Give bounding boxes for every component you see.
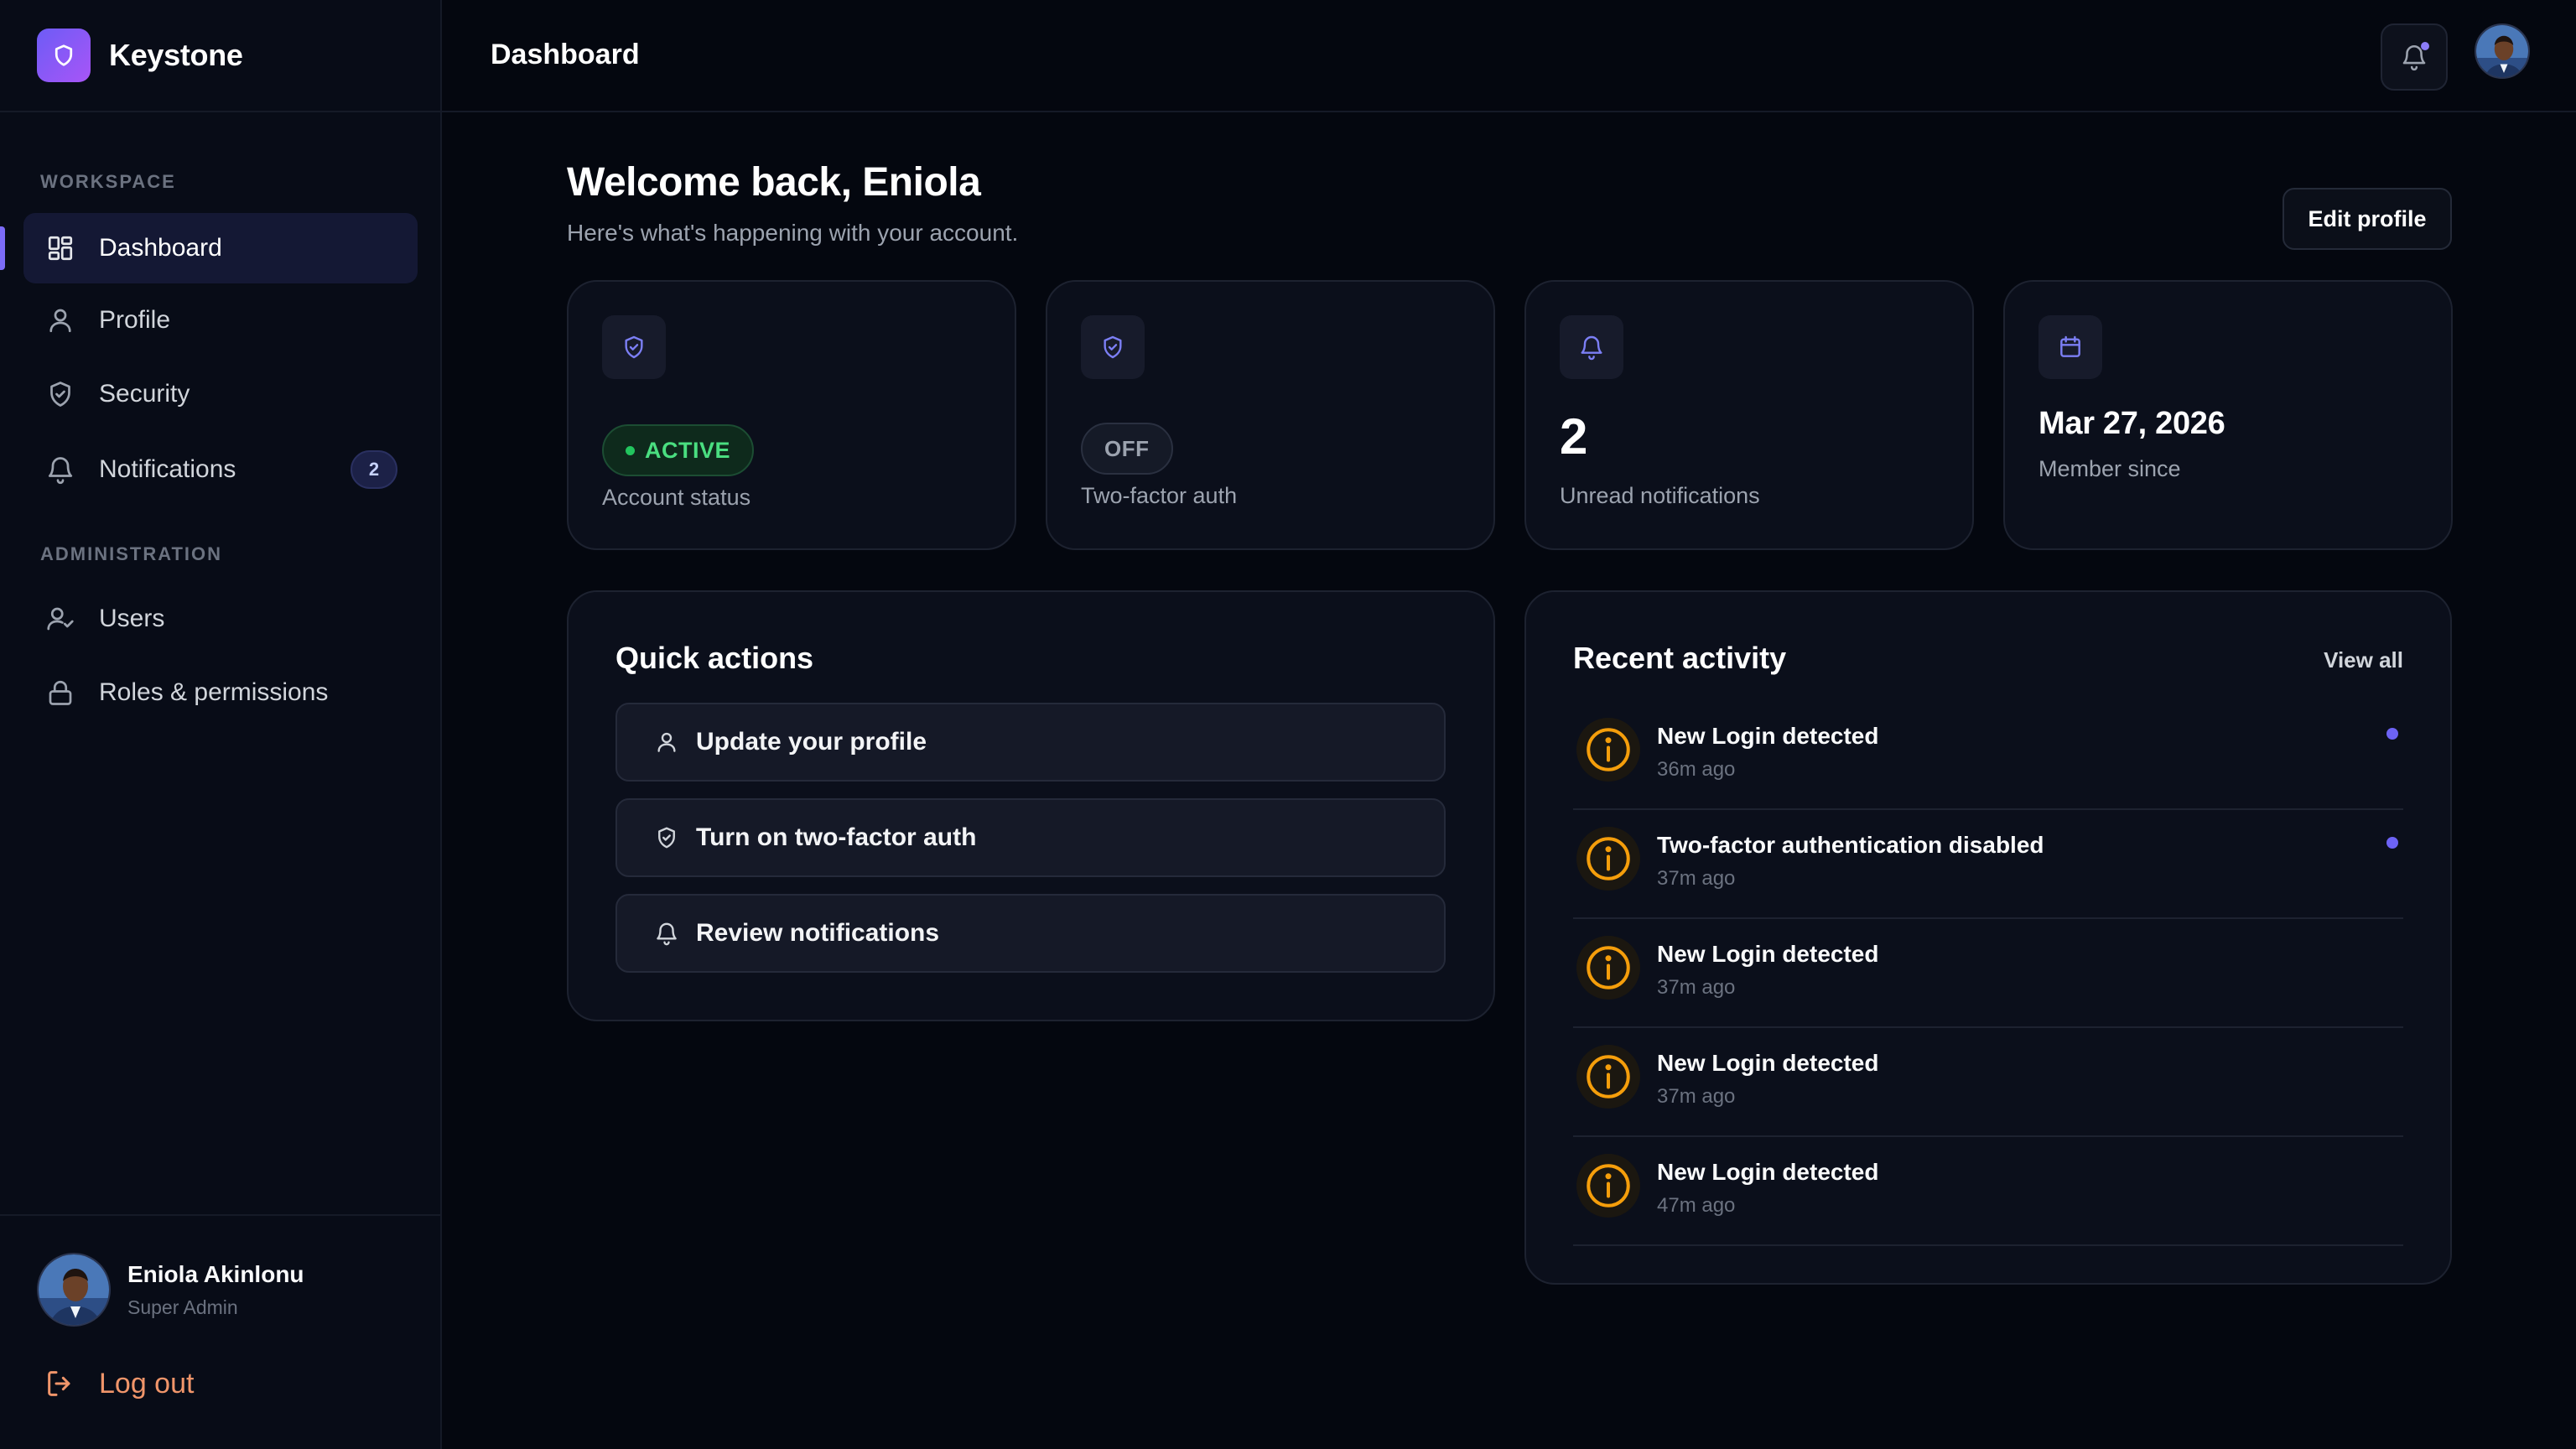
status-dot: [626, 445, 635, 455]
section-label-administration: ADMINISTRATION: [40, 543, 223, 564]
top-bar: Dashboard: [442, 0, 2576, 112]
user-check-icon: [45, 604, 75, 634]
info-icon: [1576, 1154, 1640, 1218]
sidebar-item-label: Profile: [99, 306, 171, 334]
activity-time: 37m ago: [1657, 867, 1736, 890]
page-title: Dashboard: [491, 39, 640, 70]
shield-check-icon: [1081, 315, 1145, 379]
current-user: Eniola Akinlonu Super Admin Log out: [0, 1214, 440, 1449]
status-badge-label: ACTIVE: [645, 437, 731, 463]
user-icon: [45, 305, 75, 335]
avatar[interactable]: [2475, 23, 2530, 79]
info-icon: [1576, 936, 1640, 1000]
activity-item[interactable]: New Login detected 47m ago: [1573, 1137, 2403, 1246]
stat-card-two-factor: OFF Two-factor auth: [1046, 280, 1495, 550]
info-icon: [1576, 718, 1640, 782]
user-name: Eniola Akinlonu: [127, 1261, 304, 1287]
quick-action-label: Review notifications: [696, 919, 940, 947]
activity-title: New Login detected: [1657, 941, 1879, 967]
quick-action-label: Update your profile: [696, 728, 927, 756]
user-role: Super Admin: [127, 1296, 238, 1318]
member-since-date: Mar 27, 2026: [2038, 406, 2225, 441]
sidebar-item-label: Users: [99, 605, 165, 632]
shield-check-icon: [654, 825, 679, 850]
activity-time: 37m ago: [1657, 1085, 1736, 1108]
activity-title: New Login detected: [1657, 1159, 1879, 1185]
bell-icon: [1560, 315, 1623, 379]
stat-card-account-status: ACTIVE Account status: [567, 280, 1016, 550]
shield-check-icon: [602, 315, 666, 379]
stat-card-unread-notifications: 2 Unread notifications: [1524, 280, 1974, 550]
unread-dot: [2386, 728, 2398, 740]
activity-item[interactable]: Two-factor authentication disabled 37m a…: [1573, 810, 2403, 919]
sidebar-item-label: Security: [99, 380, 190, 408]
activity-title: New Login detected: [1657, 723, 1879, 749]
active-nav-indicator: [0, 226, 5, 270]
enable-two-factor-button[interactable]: Turn on two-factor auth: [615, 798, 1446, 877]
app-name: Keystone: [109, 38, 243, 72]
unread-dot: [2386, 837, 2398, 849]
notifications-button[interactable]: [2381, 23, 2448, 91]
activity-item[interactable]: New Login detected 37m ago: [1573, 919, 2403, 1028]
edit-profile-button[interactable]: Edit profile: [2283, 188, 2452, 250]
sidebar-item-label: Dashboard: [99, 234, 222, 262]
sidebar: Keystone WORKSPACE Dashboard Profile Sec…: [0, 0, 442, 1449]
quick-actions-panel: Quick actions Update your profile Turn o…: [567, 590, 1495, 1021]
sidebar-item-users[interactable]: Users: [23, 584, 418, 654]
bell-icon: [45, 454, 75, 485]
view-all-link[interactable]: View all: [2324, 647, 2403, 673]
sidebar-item-roles-permissions[interactable]: Roles & permissions: [23, 657, 418, 728]
activity-time: 37m ago: [1657, 976, 1736, 999]
recent-activity-title: Recent activity: [1573, 641, 1787, 675]
bell-icon: [654, 921, 679, 946]
logout-icon: [44, 1367, 77, 1400]
quick-actions-title: Quick actions: [615, 641, 814, 675]
two-factor-status-badge: OFF: [1081, 423, 1173, 475]
activity-title: Two-factor authentication disabled: [1657, 832, 2044, 858]
activity-time: 47m ago: [1657, 1194, 1736, 1217]
grid-icon: [45, 233, 75, 263]
quick-action-label: Turn on two-factor auth: [696, 823, 977, 851]
recent-activity-panel: Recent activity View all New Login detec…: [1524, 590, 2452, 1285]
activity-item[interactable]: New Login detected 37m ago: [1573, 1028, 2403, 1137]
welcome-subtitle: Here's what's happening with your accoun…: [567, 220, 1019, 246]
sidebar-item-security[interactable]: Security: [23, 359, 418, 429]
sidebar-item-label: Notifications: [99, 455, 236, 483]
sidebar-item-profile[interactable]: Profile: [23, 285, 418, 356]
unread-indicator-dot: [2421, 42, 2429, 50]
stat-label: Unread notifications: [1560, 483, 1760, 508]
stat-label: Member since: [2038, 456, 2181, 481]
info-icon: [1576, 1045, 1640, 1109]
update-profile-button[interactable]: Update your profile: [615, 703, 1446, 782]
sidebar-item-notifications[interactable]: Notifications 2: [23, 434, 418, 505]
stat-label: Two-factor auth: [1081, 483, 1238, 508]
shield-logo-icon: [37, 29, 91, 82]
avatar[interactable]: [37, 1253, 111, 1327]
brand[interactable]: Keystone: [0, 0, 440, 112]
stat-card-member-since: Mar 27, 2026 Member since: [2003, 280, 2453, 550]
unread-count: 2: [1560, 408, 1588, 465]
review-notifications-button[interactable]: Review notifications: [615, 894, 1446, 973]
activity-time: 36m ago: [1657, 758, 1736, 781]
stat-label: Account status: [602, 485, 751, 510]
shield-icon: [45, 379, 75, 409]
notification-count-badge: 2: [351, 450, 397, 489]
activity-item[interactable]: New Login detected 36m ago: [1573, 701, 2403, 810]
activity-title: New Login detected: [1657, 1050, 1879, 1076]
user-icon: [654, 730, 679, 755]
calendar-icon: [2038, 315, 2102, 379]
sidebar-item-label: Roles & permissions: [99, 678, 329, 706]
lock-icon: [45, 678, 75, 708]
logout-label: Log out: [99, 1367, 195, 1400]
section-label-workspace: WORKSPACE: [40, 171, 176, 192]
status-badge: ACTIVE: [602, 424, 755, 476]
info-icon: [1576, 827, 1640, 891]
welcome-heading: Welcome back, Eniola: [567, 160, 981, 205]
sidebar-item-dashboard[interactable]: Dashboard: [23, 213, 418, 283]
logout-button[interactable]: Log out: [44, 1367, 194, 1400]
